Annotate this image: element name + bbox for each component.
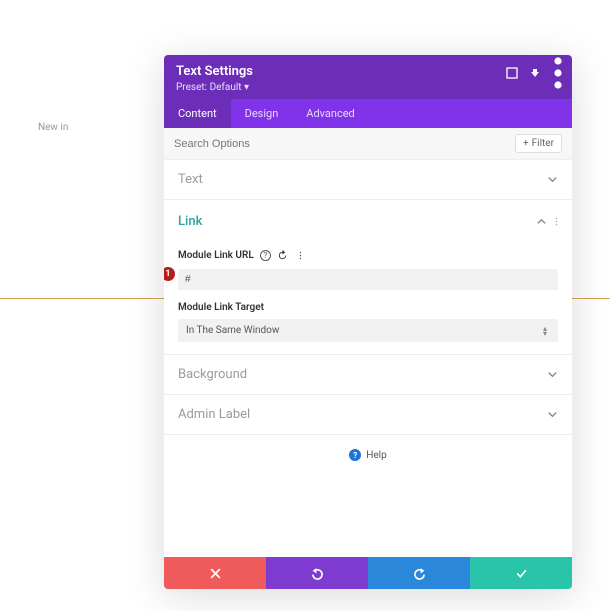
expand-icon[interactable]	[506, 67, 518, 79]
help-badge-icon: ?	[349, 449, 361, 461]
undo-button[interactable]	[266, 557, 368, 589]
preset-value: Default	[210, 82, 242, 93]
chevron-down-icon	[547, 369, 558, 380]
chevron-down-icon: ▾	[244, 82, 249, 93]
preset-label: Preset:	[176, 82, 207, 93]
section-link: Link Module Link URL ? 1	[164, 200, 572, 355]
link-target-select[interactable]: In The Same Window ▴▾	[178, 319, 558, 342]
tabs: Content Design Advanced	[164, 99, 572, 128]
chevron-down-icon	[547, 409, 558, 420]
page-background-text: New in	[38, 122, 68, 133]
section-admin-label: Admin Label	[164, 395, 572, 435]
reset-icon[interactable]	[277, 249, 289, 261]
settings-modal: Text Settings Preset: Default ▾ Content …	[164, 55, 572, 589]
preset-row[interactable]: Preset: Default ▾	[176, 82, 560, 93]
tab-design[interactable]: Design	[231, 99, 293, 128]
section-text-title: Text	[178, 172, 547, 187]
cancel-button[interactable]	[164, 557, 266, 589]
help-row[interactable]: ? Help	[164, 435, 572, 475]
section-menu-icon[interactable]	[555, 212, 558, 231]
plus-icon: +	[523, 138, 529, 149]
field-link-target: Module Link Target In The Same Window ▴▾	[178, 302, 558, 342]
updown-icon: ▴▾	[543, 326, 550, 336]
help-icon[interactable]: ?	[260, 250, 271, 261]
section-text: Text	[164, 160, 572, 200]
modal-body: Text Link Module Link URL ?	[164, 160, 572, 557]
menu-icon[interactable]	[552, 67, 564, 79]
link-target-label: Module Link Target	[178, 302, 558, 313]
tab-advanced[interactable]: Advanced	[292, 99, 368, 128]
section-background-head[interactable]: Background	[164, 355, 572, 394]
link-target-value: In The Same Window	[186, 325, 543, 336]
section-link-body: Module Link URL ? 1 Module Link Target I…	[164, 249, 572, 354]
link-url-input[interactable]	[178, 269, 558, 290]
help-text: Help	[366, 450, 386, 461]
section-background: Background	[164, 355, 572, 395]
field-menu-icon[interactable]	[295, 249, 307, 261]
chevron-up-icon	[536, 216, 547, 227]
section-link-head[interactable]: Link	[164, 200, 572, 243]
modal-footer	[164, 557, 572, 589]
field-link-url: Module Link URL ? 1	[178, 249, 558, 290]
tab-content[interactable]: Content	[164, 99, 231, 128]
section-background-title: Background	[178, 367, 547, 382]
step-badge: 1	[164, 267, 175, 281]
chevron-down-icon	[547, 174, 558, 185]
section-admin-head[interactable]: Admin Label	[164, 395, 572, 434]
save-button[interactable]	[470, 557, 572, 589]
search-input[interactable]	[174, 138, 515, 150]
section-admin-title: Admin Label	[178, 407, 547, 422]
filter-label: Filter	[532, 138, 554, 149]
modal-title: Text Settings	[176, 64, 560, 79]
search-row: +Filter	[164, 128, 572, 160]
filter-button[interactable]: +Filter	[515, 134, 562, 153]
redo-button[interactable]	[368, 557, 470, 589]
link-url-label: Module Link URL	[178, 250, 254, 261]
section-text-head[interactable]: Text	[164, 160, 572, 199]
portability-icon[interactable]	[529, 67, 541, 79]
section-link-title: Link	[178, 214, 536, 229]
modal-header: Text Settings Preset: Default ▾	[164, 55, 572, 99]
